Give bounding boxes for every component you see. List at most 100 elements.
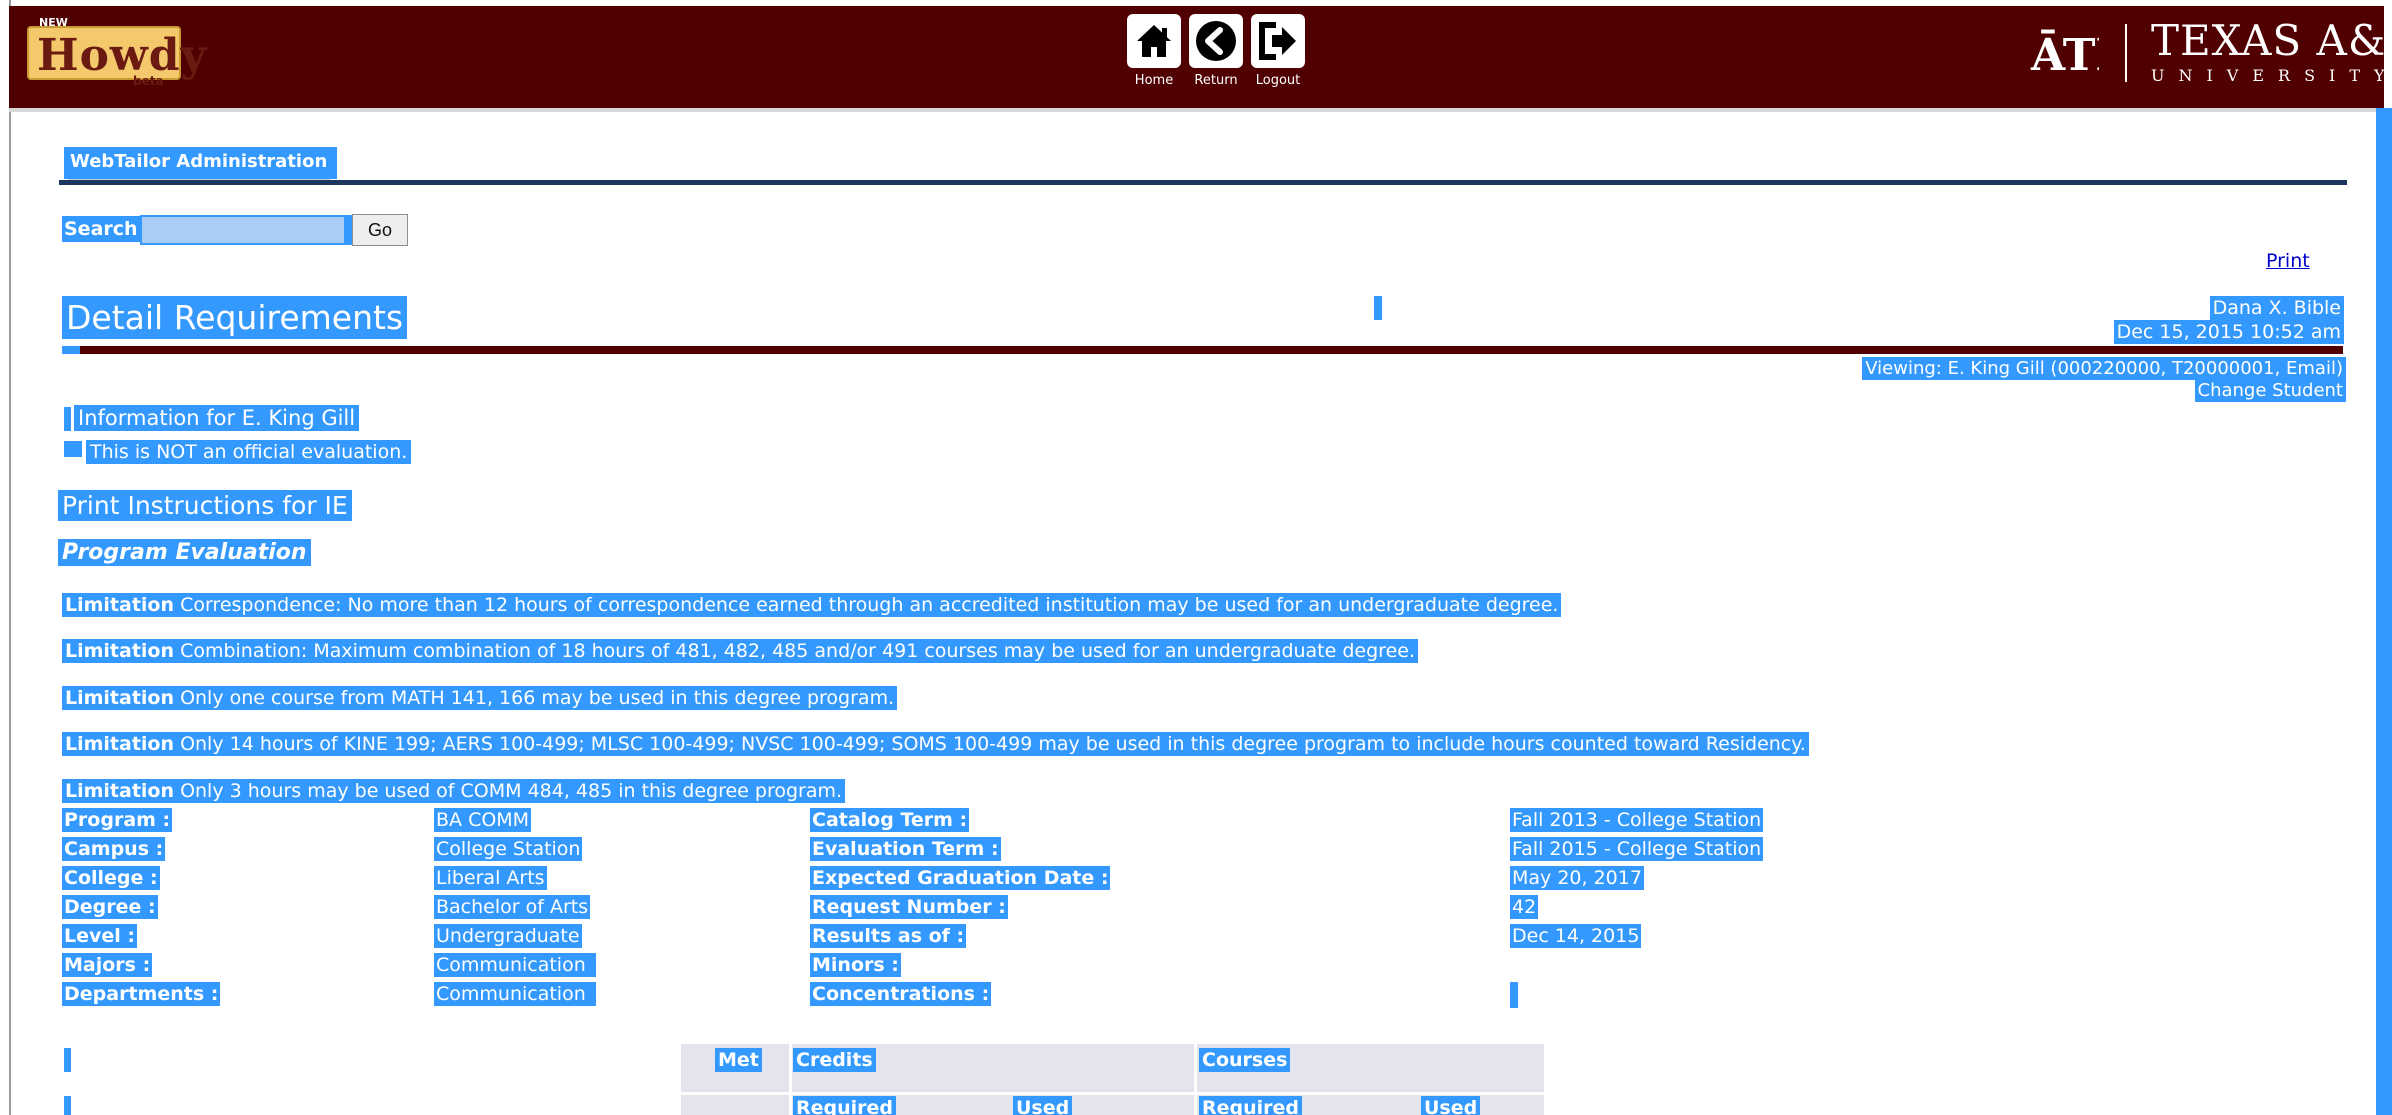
credits-header: Credits [793, 1048, 876, 1072]
home-button[interactable]: Home [1125, 14, 1183, 94]
tab-webtailor-administration[interactable]: WebTailor Administration [64, 147, 338, 179]
field-label: Campus : [62, 837, 166, 861]
change-student-link[interactable]: Change Student [2194, 379, 2346, 402]
field-value: Dec 14, 2015 [1510, 924, 1642, 948]
header-separator [681, 1092, 1544, 1095]
empty-value-marker [1510, 982, 1518, 1008]
student-info: Information for E. King Gill [74, 405, 360, 431]
tab-underline [59, 180, 2347, 185]
limitation-text: Combination: Maximum combination of 18 h… [180, 640, 1415, 662]
field-label: Results as of : [810, 924, 967, 948]
field-value: BA COMM [434, 808, 532, 832]
limitation-label: Limitation [65, 780, 175, 802]
logo-badge: Howdy beta [27, 26, 206, 88]
credits-used-header: Used [1013, 1096, 1073, 1115]
svg-text:ĀTM: ĀTM [2030, 28, 2099, 81]
howdy-logo[interactable]: Howdy beta NEW [19, 14, 206, 88]
logo-new-label: NEW [39, 16, 68, 29]
university-subtitle: UNIVERSITY [2151, 66, 2384, 85]
limitation-label: Limitation [65, 640, 175, 662]
university-title: TEXAS A&M [2151, 16, 2384, 65]
page-title: Detail Requirements [62, 296, 408, 339]
field-label: Departments : [62, 982, 221, 1006]
logout-label: Logout [1255, 73, 1301, 88]
go-button[interactable]: Go [352, 214, 408, 246]
logo-divider [2125, 24, 2127, 82]
limitation-item: Limitation Only one course from MATH 141… [62, 686, 898, 710]
field-value: Communication [434, 953, 596, 977]
frame-right-selection [2376, 108, 2392, 1115]
search-input[interactable] [140, 215, 346, 245]
field-value: Communication [434, 982, 596, 1006]
field-value: Undergraduate [434, 924, 582, 948]
limitation-item: Limitation Combination: Maximum combinat… [62, 639, 1418, 663]
timestamp: Dec 15, 2015 10:52 am [2113, 320, 2344, 344]
frame-left-border [9, 0, 11, 1115]
limitation-label: Limitation [65, 687, 175, 709]
print-instructions-link[interactable]: Print Instructions for IE [58, 490, 352, 521]
field-label: Majors : [62, 953, 153, 977]
field-label: Catalog Term : [810, 808, 970, 832]
return-label: Return [1194, 73, 1238, 88]
table-row: Campus : College Station Evaluation Term… [62, 837, 1862, 865]
table-row: Departments : Communication Concentratio… [62, 982, 1862, 1010]
title-rule [62, 346, 2343, 354]
limitation-label: Limitation [65, 594, 175, 616]
logo-word: Howdy [37, 30, 208, 81]
field-value: Bachelor of Arts [434, 895, 591, 919]
home-label: Home [1134, 73, 1174, 88]
program-evaluation-heading: Program Evaluation [58, 539, 311, 566]
courses-used-header: Used [1421, 1096, 1481, 1115]
field-label: Level : [62, 924, 137, 948]
limitation-item: Limitation Only 3 hours may be used of C… [62, 779, 846, 803]
row-marker [64, 1048, 71, 1072]
credits-required-header: Required [793, 1096, 897, 1115]
logout-button[interactable]: Logout [1249, 14, 1307, 94]
unofficial-note: This is NOT an official evaluation. [86, 440, 412, 464]
met-header: Met [715, 1048, 762, 1072]
limitation-text: Correspondence: No more than 12 hours of… [180, 594, 1559, 616]
app-header: Howdy beta NEW Home Return Logout ĀT TEX… [9, 6, 2384, 108]
table-row: Level : Undergraduate Results as of : De… [62, 924, 1862, 952]
row-marker [64, 1096, 71, 1115]
note-icon [64, 441, 82, 457]
print-link[interactable]: Print [2266, 250, 2310, 272]
field-value: 42 [1510, 895, 1539, 919]
limitation-text: Only 3 hours may be used of COMM 484, 48… [180, 780, 843, 802]
table-row: College : Liberal Arts Expected Graduati… [62, 866, 1862, 894]
limitation-text: Only one course from MATH 141, 166 may b… [180, 687, 895, 709]
field-value: Fall 2015 - College Station [1510, 837, 1764, 861]
field-label: Evaluation Term : [810, 837, 1001, 861]
title-rule-selection [62, 346, 80, 354]
table-row: Degree : Bachelor of Arts Request Number… [62, 895, 1862, 923]
logo-beta: beta [133, 74, 164, 88]
table-row: Majors : Communication Minors : [62, 953, 1862, 981]
field-value: Fall 2013 - College Station [1510, 808, 1764, 832]
table-row: Program : BA COMM Catalog Term : Fall 20… [62, 808, 1862, 836]
field-value: Liberal Arts [434, 866, 547, 890]
back-icon [1189, 14, 1243, 68]
info-marker [64, 407, 71, 431]
limitation-label: Limitation [65, 733, 175, 755]
tamu-logo: ĀTM TEXAS A&M UNIVERSITY [2019, 16, 2384, 96]
return-button[interactable]: Return [1187, 14, 1245, 94]
page-frame: Howdy beta NEW Home Return Logout ĀT TEX… [0, 0, 2392, 1115]
field-label: Degree : [62, 895, 158, 919]
column-separator [789, 1044, 792, 1115]
logout-icon [1251, 14, 1305, 68]
courses-header: Courses [1199, 1048, 1291, 1072]
search-label: Search [62, 216, 140, 242]
home-icon [1127, 14, 1181, 68]
header-bottom-border [9, 108, 2384, 112]
requirements-summary-table: Met Credits Courses Required Used Requir… [681, 1044, 1544, 1115]
field-label: Minors : [810, 953, 901, 977]
limitation-text: Only 14 hours of KINE 199; AERS 100-499;… [180, 733, 1806, 755]
field-value: May 20, 2017 [1510, 866, 1644, 890]
field-value: College Station [434, 837, 583, 861]
limitation-item: Limitation Only 14 hours of KINE 199; AE… [62, 732, 1809, 756]
field-label: Expected Graduation Date : [810, 866, 1111, 890]
field-label: College : [62, 866, 160, 890]
courses-required-header: Required [1199, 1096, 1303, 1115]
field-label: Program : [62, 808, 173, 832]
user-name: Dana X. Bible [2209, 296, 2344, 320]
